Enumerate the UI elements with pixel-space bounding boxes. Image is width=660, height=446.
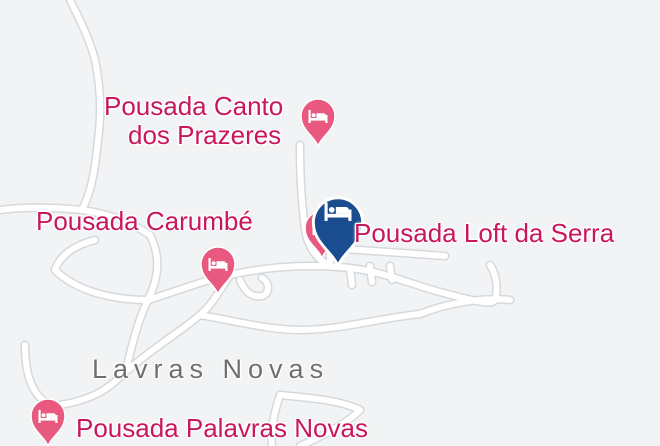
hotel-marker-palavras-novas[interactable]: [30, 398, 66, 446]
hotel-label-loft-da-serra[interactable]: Pousada Loft da Serra: [354, 219, 614, 248]
hotel-label-canto-dos-prazeres-line1[interactable]: Pousada Canto: [104, 92, 283, 121]
hotel-label-palavras-novas[interactable]: Pousada Palavras Novas: [76, 414, 368, 443]
hotel-label-carumbe[interactable]: Pousada Carumbé: [36, 207, 253, 236]
hotel-marker-canto-dos-prazeres[interactable]: [300, 98, 336, 147]
hotel-label-canto-dos-prazeres-line2[interactable]: dos Prazeres: [128, 121, 281, 150]
town-label: Lavras Novas: [92, 354, 330, 384]
hotel-marker-carumbe[interactable]: [200, 246, 236, 295]
